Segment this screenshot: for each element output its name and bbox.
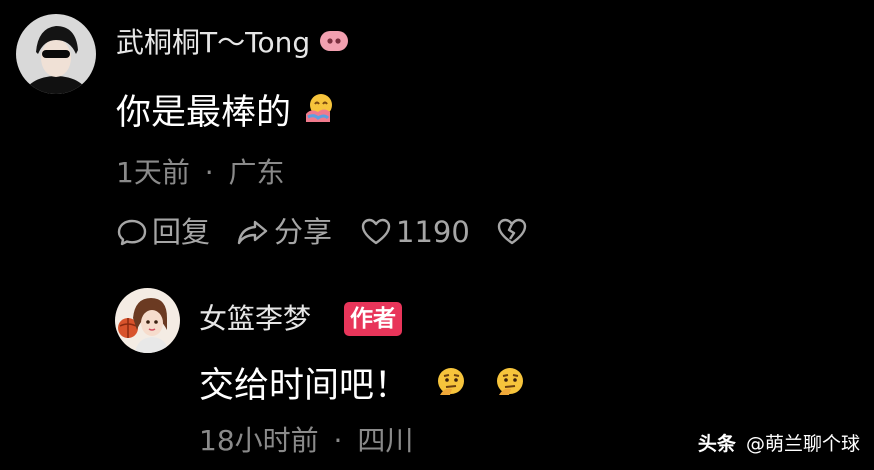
meta-separator: · [333,424,343,457]
watermark-handle: @萌兰聊个球 [745,433,860,455]
reply-icon [116,216,148,248]
reply-text-content: 交给时间吧！ [199,366,410,406]
like-count: 1190 [396,215,470,249]
broken-heart-icon [496,216,528,248]
share-button[interactable]: 分享 [236,214,332,250]
comment-actions: 回复 分享 1190 [116,214,528,250]
comment-text: 你是最棒的 [116,92,336,136]
commenter-username-text: 武桐桐T～Tong [116,26,311,59]
reply-text: 交给时间吧！ [199,365,527,409]
meta-separator: · [204,156,214,189]
dislike-button[interactable] [496,216,528,248]
heart-icon [360,216,392,248]
author-avatar[interactable] [115,288,180,353]
share-label: 分享 [274,215,333,249]
pig-icon [319,27,349,61]
author-username[interactable]: 女篮李梦 [199,302,311,336]
like-button[interactable]: 1190 [360,214,470,250]
reply-label: 回复 [152,215,211,249]
commenter-username[interactable]: 武桐桐T～Tong [116,26,349,61]
reply-location: 四川 [357,424,414,457]
comment-meta: 1天前 · 广东 [116,156,285,190]
reply-meta: 18小时前 · 四川 [199,424,413,458]
thinking-emoji-icon [434,365,468,409]
comment-location: 广东 [228,156,285,189]
share-icon [236,216,270,248]
thinking-emoji-icon [493,365,527,409]
comment-time: 1天前 [116,156,190,189]
reply-time: 18小时前 [199,424,319,457]
comment-text-content: 你是最棒的 [116,93,292,133]
hug-emoji-icon [302,92,336,136]
watermark: 头条 @萌兰聊个球 [698,432,860,456]
watermark-brand: 头条 [697,433,736,455]
reply-button[interactable]: 回复 [116,214,210,250]
commenter-avatar[interactable] [16,14,96,94]
author-badge: 作者 [344,302,402,336]
